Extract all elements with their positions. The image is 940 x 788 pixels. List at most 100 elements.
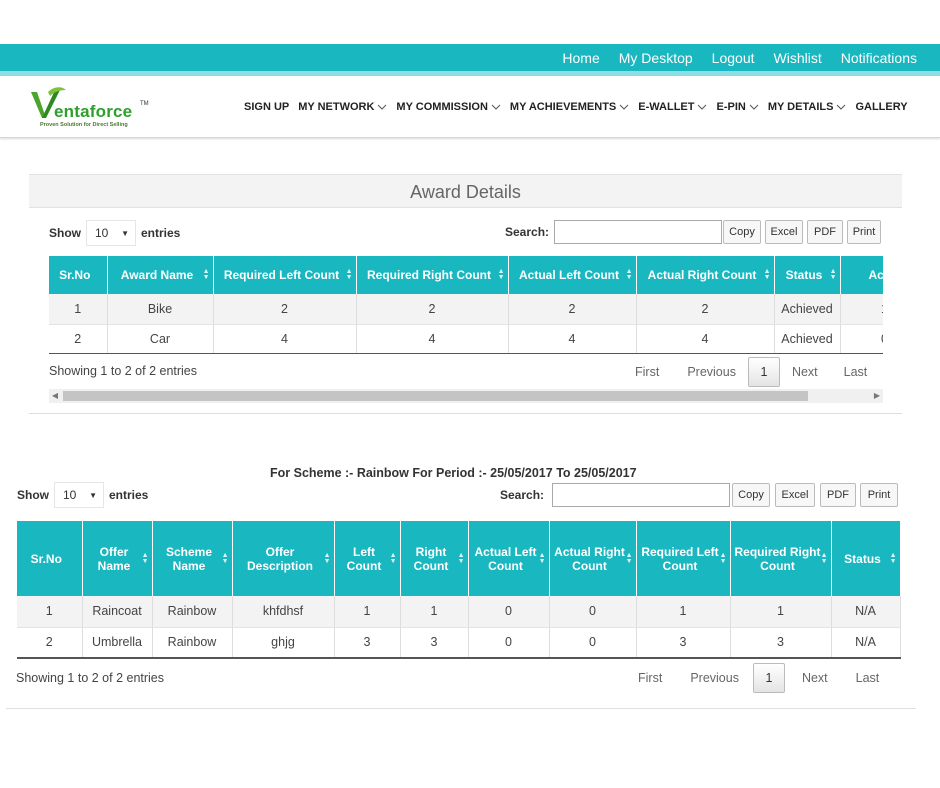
award-previous-button[interactable]: Previous (687, 365, 736, 379)
logo-tagline: Proven Solution for Direct Selling (40, 122, 128, 128)
logout-link[interactable]: Logout (712, 50, 755, 66)
nav-item-e-pin[interactable]: E-PIN (716, 101, 759, 113)
offers-last-button[interactable]: Last (856, 671, 880, 685)
wishlist-link[interactable]: Wishlist (774, 50, 822, 66)
offers-col-header[interactable]: Sr.No (17, 521, 83, 596)
table-cell: 0 (468, 596, 550, 628)
chevron-down-icon (749, 104, 759, 110)
column-label: Offer Name (97, 544, 131, 573)
column-label: Scheme Name (165, 544, 213, 573)
sort-icon: ▲ ▼ (625, 551, 633, 565)
nav-item-label: SIGN UP (244, 101, 290, 113)
entries-label: entries (141, 226, 181, 240)
logo-brand-text: Ventaforce (54, 102, 133, 121)
award-excel-button[interactable]: Excel (765, 220, 803, 244)
nav-item-my-commission[interactable]: MY COMMISSION (396, 101, 501, 113)
offers-first-button[interactable]: First (638, 671, 662, 685)
offers-search-label: Search: (500, 488, 545, 502)
award-col-header[interactable]: Actual Left Count ▲ ▼ (508, 256, 637, 294)
length-value: 10 (95, 226, 109, 240)
table-row[interactable]: 2Car4444Achieved0 (49, 324, 883, 354)
award-col-header[interactable]: Sr.No (49, 256, 108, 294)
offers-pdf-button[interactable]: PDF (820, 483, 856, 507)
my-desktop-link[interactable]: My Desktop (619, 50, 693, 66)
offers-col-header[interactable]: Actual Left Count ▲ ▼ (468, 521, 550, 596)
top-links: Home My Desktop Logout Wishlist Notifica… (562, 44, 917, 71)
table-cell: Bike (107, 294, 214, 325)
offers-copy-button[interactable]: Copy (732, 483, 770, 507)
offers-col-header[interactable]: Actual Right Count ▲ ▼ (549, 521, 637, 596)
offers-col-header[interactable]: Status ▲ ▼ (831, 521, 901, 596)
offers-length-select[interactable]: 10 ▼ (54, 482, 104, 508)
offers-table: Sr.No Offer Name ▲ ▼ Scheme Name ▲ ▼ Offer Desc… (17, 521, 901, 659)
award-search-input[interactable] (554, 220, 722, 244)
chevron-down-icon (698, 104, 707, 110)
scroll-thumb[interactable] (63, 391, 808, 401)
table-cell: 4 (636, 324, 775, 354)
table-cell: 4 (508, 324, 637, 354)
chevron-down-icon (837, 104, 846, 110)
award-col-header[interactable]: Required Left Count ▲ ▼ (213, 256, 357, 294)
table-cell: 0 (468, 627, 550, 659)
table-row[interactable]: 1Bike2222Achieved1 (49, 294, 883, 325)
table-cell: 2 (636, 294, 775, 325)
offers-excel-button[interactable]: Excel (775, 483, 815, 507)
table-cell: khfdhsf (232, 596, 335, 628)
table-cell: ghjg (232, 627, 335, 659)
table-cell: 1 (17, 596, 83, 628)
offers-previous-button[interactable]: Previous (690, 671, 739, 685)
award-copy-button[interactable]: Copy (723, 220, 761, 244)
column-label: Actual Right Count (647, 268, 757, 282)
dropdown-arrow-icon: ▼ (121, 228, 129, 238)
notifications-link[interactable]: Notifications (841, 50, 917, 66)
sort-icon: ▲ ▼ (625, 268, 633, 281)
nav-item-label: E-PIN (716, 101, 746, 113)
award-pdf-button[interactable]: PDF (807, 220, 843, 244)
offers-page-1-button[interactable]: 1 (752, 663, 785, 693)
offers-col-header[interactable]: Required Left Count ▲ ▼ (636, 521, 731, 596)
nav-item-my-achievements[interactable]: MY ACHIEVEMENTS (510, 101, 629, 113)
award-page-1-button[interactable]: 1 (747, 357, 780, 387)
award-length-select[interactable]: 10 ▼ (86, 220, 136, 246)
sort-icon: ▲ ▼ (141, 551, 149, 565)
table-row[interactable]: 2 Umbrella Rainbow ghjg 3 3 0 0 3 3 N/A (17, 627, 901, 659)
offers-col-header[interactable]: Offer Name ▲ ▼ (82, 521, 153, 596)
award-table-info: Showing 1 to 2 of 2 entries (49, 364, 198, 378)
award-col-header[interactable]: Required Right Count ▲ ▼ (356, 256, 509, 294)
nav-item-e-wallet[interactable]: E-WALLET (638, 101, 707, 113)
scroll-left-icon[interactable]: ◀ (49, 389, 61, 403)
award-next-button[interactable]: Next (792, 365, 818, 379)
nav-item-sign-up[interactable]: SIGN UP (244, 101, 289, 113)
award-print-button[interactable]: Print (847, 220, 881, 244)
offers-col-header[interactable]: Offer Description ▲ ▼ (232, 521, 335, 596)
award-col-header[interactable]: Award Name ▲ ▼ (107, 256, 214, 294)
table-row[interactable]: 1 Raincoat Rainbow khfdhsf 1 1 0 0 1 1 N/A (17, 596, 901, 628)
scroll-right-icon[interactable]: ▶ (871, 389, 883, 403)
offers-col-header[interactable]: Required Right Count ▲ ▼ (730, 521, 832, 596)
offers-search-input[interactable] (552, 483, 730, 507)
award-last-button[interactable]: Last (844, 365, 868, 379)
award-horizontal-scrollbar[interactable]: ◀ ▶ (49, 389, 883, 403)
offers-print-button[interactable]: Print (860, 483, 898, 507)
table-cell: Car (107, 324, 214, 354)
offers-col-header[interactable]: Right Count ▲ ▼ (400, 521, 469, 596)
award-first-button[interactable]: First (635, 365, 659, 379)
ventaforce-logo[interactable]: Ventaforce TM Proven Solution for Direct… (28, 82, 158, 130)
offers-next-button[interactable]: Next (802, 671, 828, 685)
home-link[interactable]: Home (562, 50, 599, 66)
table-cell: 0 (549, 627, 637, 659)
offers-col-header[interactable]: Scheme Name ▲ ▼ (152, 521, 233, 596)
dropdown-arrow-icon: ▼ (89, 490, 97, 500)
offers-col-header[interactable]: Left Count ▲ ▼ (334, 521, 401, 596)
nav-item-my-network[interactable]: MY NETWORK (298, 101, 387, 113)
nav-item-gallery[interactable]: GALLERY (855, 101, 907, 113)
column-label: Actual Left Count (519, 268, 619, 282)
offers-pagination: First Previous 1 Next Last (638, 663, 879, 693)
award-pagination: First Previous 1 Next Last (635, 357, 867, 387)
nav-item-label: GALLERY (855, 101, 908, 113)
award-col-header[interactable]: Status ▲ ▼ (774, 256, 841, 294)
award-col-header[interactable]: Actual Right Count ▲ ▼ (636, 256, 775, 294)
sort-icon: ▲ ▼ (719, 551, 727, 565)
nav-item-my-details[interactable]: MY DETAILS (768, 101, 847, 113)
award-col-header[interactable]: Achi▲▼ (840, 256, 883, 294)
